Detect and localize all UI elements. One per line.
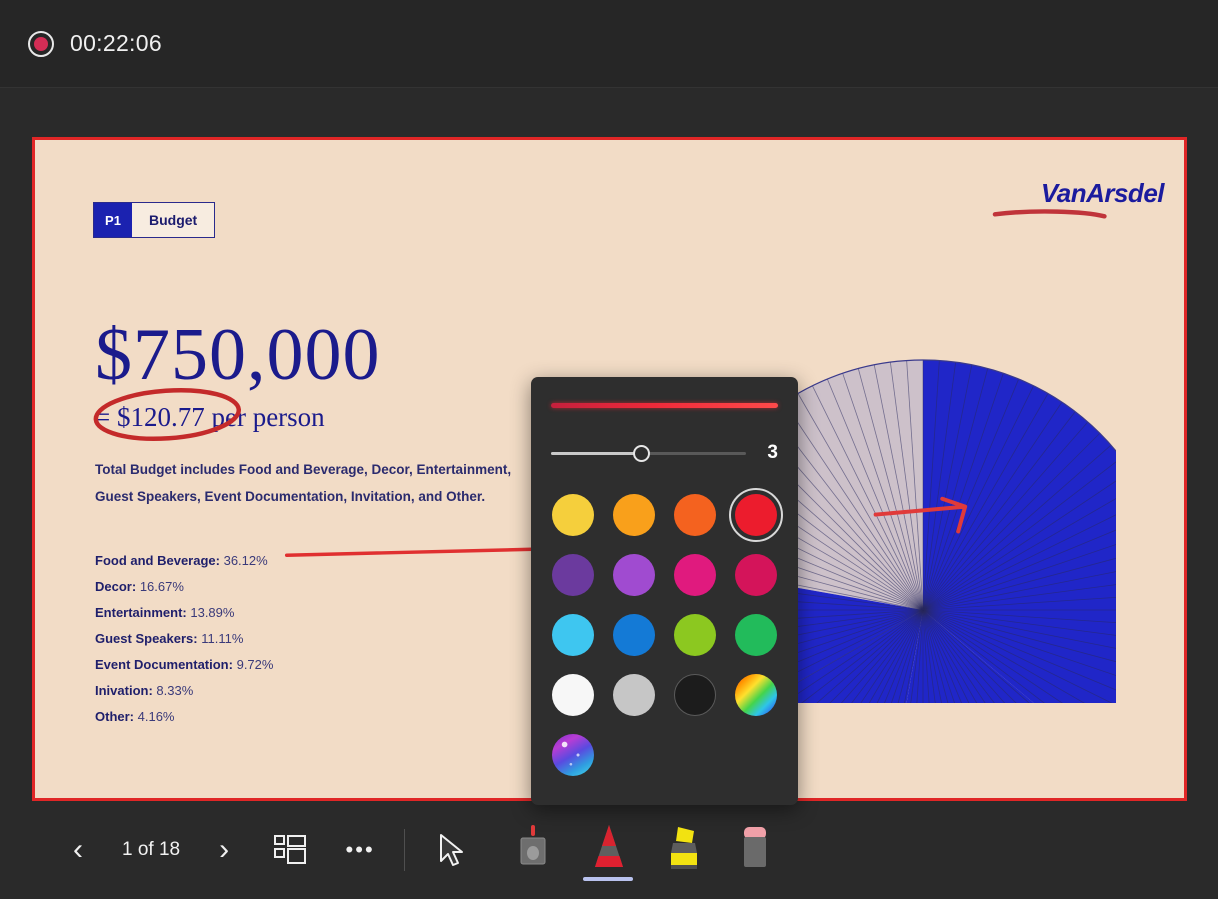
underline-under-logo [995, 211, 1104, 216]
record-dot-icon [28, 31, 54, 57]
slide-grid-button[interactable] [270, 824, 310, 876]
breakdown-label: Entertainment: [95, 605, 187, 620]
breakdown-label: Guest Speakers: [95, 631, 198, 646]
slide-grid-icon [274, 835, 306, 865]
pen-tool[interactable] [577, 819, 639, 881]
breakdown-value: 16.67% [140, 579, 184, 594]
breakdown-value: 8.33% [156, 683, 193, 698]
list-item: Other: 4.16% [95, 704, 425, 730]
list-item: Food and Beverage: 36.12% [95, 548, 425, 574]
color-swatch-green[interactable] [735, 614, 777, 656]
breakdown-label: Other: [95, 709, 134, 724]
breakdown-value: 9.72% [237, 657, 274, 672]
color-swatch-dark-purple[interactable] [552, 554, 594, 596]
list-item: Guest Speakers: 11.11% [95, 626, 425, 652]
breakdown-value: 4.16% [138, 709, 175, 724]
thickness-slider[interactable] [551, 444, 746, 462]
breakdown-value: 13.89% [190, 605, 234, 620]
slider-thumb[interactable] [633, 445, 650, 462]
breakdown-label: Inivation: [95, 683, 153, 698]
slider-track-fill [551, 452, 641, 455]
breakdown-value: 11.11% [201, 631, 243, 646]
color-swatch-crimson[interactable] [735, 554, 777, 596]
color-swatch-red[interactable] [735, 494, 777, 536]
cursor-icon [439, 833, 469, 869]
color-swatch-magenta[interactable] [674, 554, 716, 596]
chevron-left-icon: ‹ [73, 835, 83, 865]
subheadline-per-person: = $120.77 per person [95, 404, 325, 431]
color-swatch-grid[interactable] [551, 494, 778, 776]
thickness-value: 3 [760, 442, 778, 464]
slide-badge: P1 Budget [93, 202, 215, 238]
eraser-icon [735, 823, 775, 881]
page-indicator: 1 of 18 [102, 839, 200, 861]
description-line-2: Guest Speakers, Event Documentation, Inv… [95, 483, 525, 510]
pen-options-panel[interactable]: 3 [531, 377, 798, 805]
thickness-slider-row[interactable]: 3 [551, 442, 778, 464]
presentation-toolbar: ‹ 1 of 18 › ••• [0, 801, 1218, 899]
list-item: Decor: 16.67% [95, 574, 425, 600]
previous-slide-button[interactable]: ‹ [58, 824, 98, 876]
budget-description: Total Budget includes Food and Beverage,… [95, 456, 525, 510]
laser-pointer-tool[interactable] [505, 819, 559, 881]
list-item: Inivation: 8.33% [95, 678, 425, 704]
color-swatch-blue[interactable] [613, 614, 655, 656]
laser-pointer-icon [511, 823, 555, 881]
color-swatch-rainbow[interactable] [735, 674, 777, 716]
breakdown-value: 36.12% [224, 553, 268, 568]
color-swatch-lime-green[interactable] [674, 614, 716, 656]
pen-icon [581, 823, 637, 881]
budget-breakdown-list: Food and Beverage: 36.12% Decor: 16.67% … [95, 548, 425, 730]
color-swatch-light-blue[interactable] [552, 614, 594, 656]
list-item: Entertainment: 13.89% [95, 600, 425, 626]
breakdown-label: Decor: [95, 579, 136, 594]
vanarsdel-logo: VanArsdel [1041, 178, 1164, 209]
breakdown-label: Event Documentation: [95, 657, 233, 672]
recording-header-bar: 00:22:06 [0, 0, 1218, 88]
color-swatch-black[interactable] [674, 674, 716, 716]
color-swatch-galaxy[interactable] [552, 734, 594, 776]
stroke-preview [551, 403, 778, 408]
next-slide-button[interactable]: › [204, 824, 244, 876]
recording-elapsed-time: 00:22:06 [70, 30, 162, 57]
color-swatch-gray[interactable] [613, 674, 655, 716]
color-swatch-yellow[interactable] [552, 494, 594, 536]
highlighter-tool[interactable] [657, 819, 711, 881]
color-swatch-purple[interactable] [613, 554, 655, 596]
cursor-tool[interactable] [429, 819, 483, 881]
eraser-tool[interactable] [729, 819, 783, 881]
toolbar-divider [404, 829, 405, 871]
description-line-1: Total Budget includes Food and Beverage,… [95, 456, 525, 483]
list-item: Event Documentation: 9.72% [95, 652, 425, 678]
highlighter-icon [661, 823, 709, 881]
logo-text: VanArsdel [1041, 178, 1164, 209]
chevron-right-icon: › [219, 835, 229, 865]
selected-tool-underline [583, 877, 633, 881]
more-options-button[interactable]: ••• [340, 824, 380, 876]
color-swatch-white[interactable] [552, 674, 594, 716]
color-swatch-amber[interactable] [613, 494, 655, 536]
breakdown-label: Food and Beverage: [95, 553, 220, 568]
badge-label: Budget [132, 203, 214, 237]
headline-total-budget: $750,000 [95, 318, 381, 392]
color-swatch-orange[interactable] [674, 494, 716, 536]
badge-number: P1 [94, 203, 132, 237]
